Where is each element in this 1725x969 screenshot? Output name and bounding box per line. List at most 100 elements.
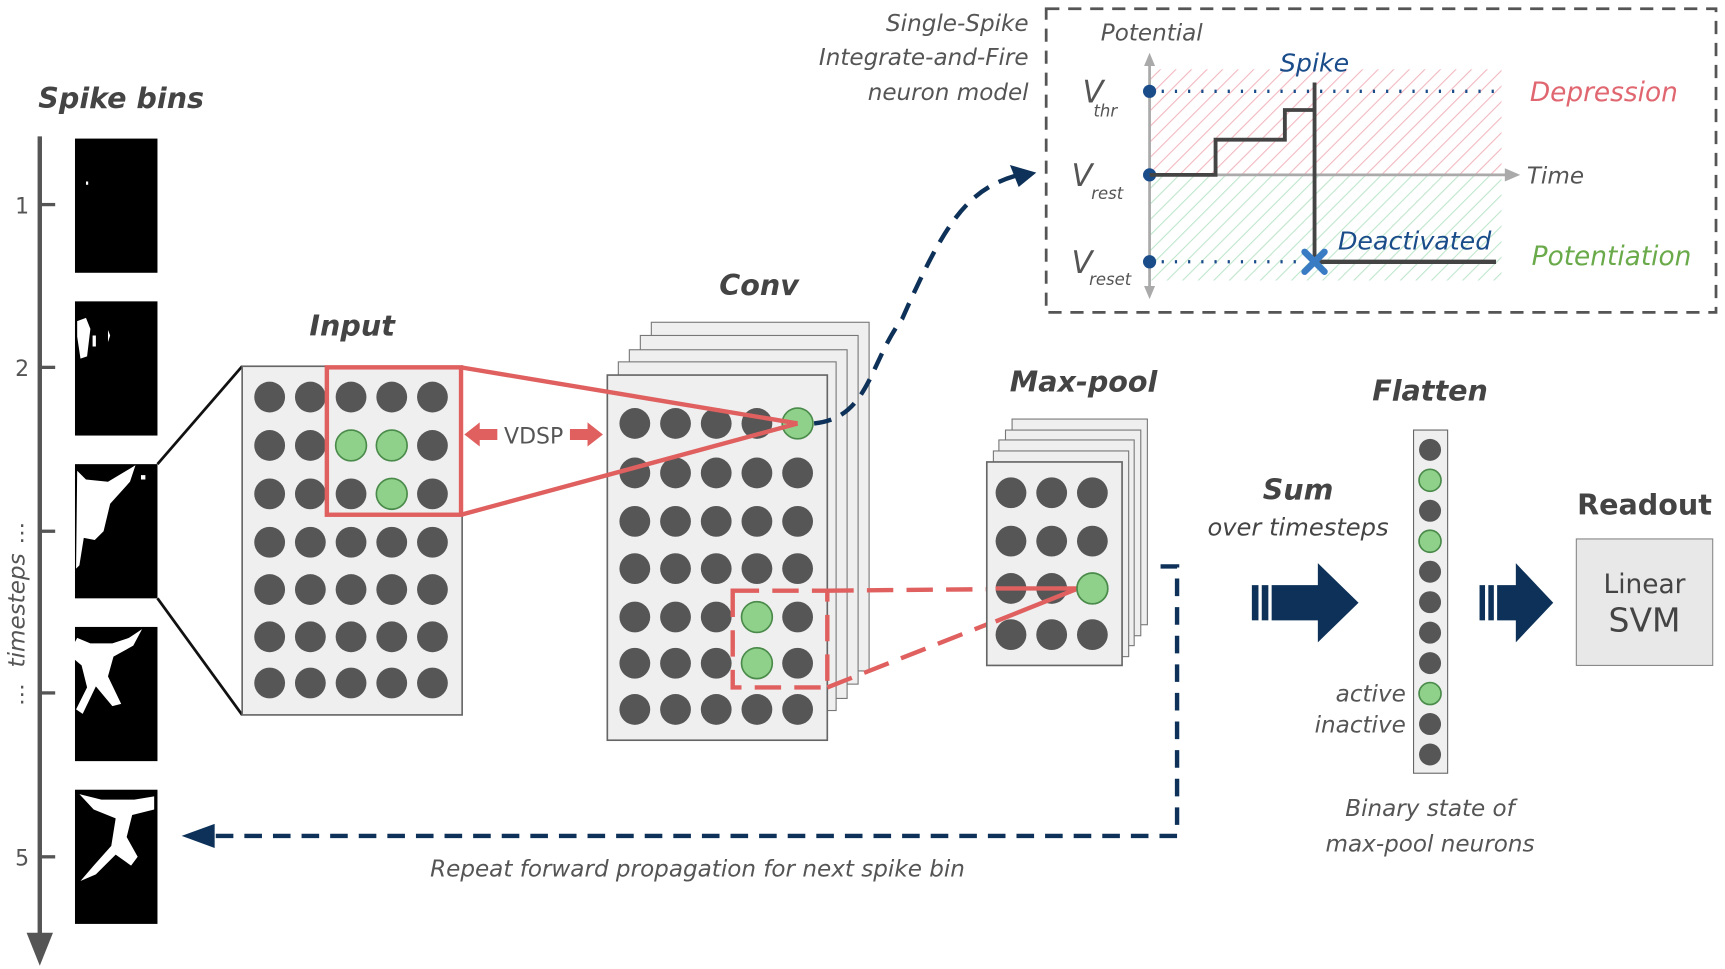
inactive-neuron: [619, 553, 651, 585]
inactive-neuron: [417, 430, 448, 461]
inactive-neuron: [376, 526, 408, 558]
spike-bins-title: Spike bins: [38, 81, 204, 115]
v-reset-label: V reset: [1071, 245, 1131, 289]
timesteps-label: timesteps: [4, 553, 30, 667]
active-neuron: [1418, 681, 1442, 706]
model-title-3: neuron model: [868, 80, 1029, 106]
inactive-neuron: [417, 574, 448, 605]
inactive-neuron: [741, 694, 773, 725]
tick-label: 5: [15, 847, 29, 872]
snn-pipeline-diagram: Spike bins 1 2 ⋮ ⋮ 5 timesteps Input Conv VD…: [4, 7, 1718, 966]
input-title: Input: [309, 308, 396, 342]
active-neuron: [375, 477, 408, 511]
inactive-neuron: [660, 647, 691, 679]
inactive-neuron: [376, 574, 408, 605]
inactive-neuron: [1419, 560, 1442, 583]
flatten-caption-2: max-pool neurons: [1326, 831, 1535, 857]
flatten-neurons: [1418, 438, 1442, 766]
inactive-neuron: [700, 553, 732, 585]
inactive-neuron: [254, 667, 286, 699]
inactive-neuron: [660, 408, 691, 439]
readout-title: Readout: [1577, 488, 1712, 522]
inactive-neuron: [417, 381, 448, 413]
inactive-neuron: [1076, 525, 1108, 557]
inactive-neuron: [335, 574, 367, 605]
inactive-neuron: [294, 526, 326, 558]
time-axis-label: Time: [1527, 164, 1584, 190]
inactive-neuron: [376, 381, 408, 413]
inactive-neuron: [254, 381, 286, 413]
inactive-neuron: [335, 667, 367, 699]
v-rest-label: V rest: [1071, 158, 1123, 203]
inactive-neuron: [660, 601, 691, 633]
arrow-left-icon: [181, 823, 215, 849]
flatten-caption-1: Binary state of: [1345, 796, 1518, 822]
inactive-neuron: [700, 505, 732, 537]
inactive-neuron: [376, 667, 408, 699]
spike-bin-1: [74, 138, 158, 273]
inactive-label: inactive: [1315, 713, 1406, 739]
inactive-neuron: [335, 526, 367, 558]
inactive-neuron: [782, 601, 814, 633]
inactive-neuron: [335, 621, 367, 653]
inactive-neuron: [619, 505, 651, 537]
sum-title: Sum: [1263, 472, 1334, 506]
inactive-neuron: [995, 477, 1027, 509]
active-neuron: [740, 600, 774, 634]
sum-subtitle: over timesteps: [1207, 514, 1389, 542]
inactive-neuron: [1036, 477, 1068, 509]
inactive-neuron: [335, 381, 367, 413]
inactive-neuron: [1419, 713, 1442, 736]
readout-arrow-icon: [1479, 563, 1554, 643]
potential-axis-label: Potential: [1101, 21, 1204, 47]
active-neuron: [1418, 468, 1442, 493]
inactive-neuron: [782, 694, 814, 725]
tick-label: ⋮: [11, 521, 33, 546]
tick-label: 2: [15, 357, 29, 382]
inactive-neuron: [1076, 619, 1108, 651]
inactive-neuron: [782, 647, 814, 679]
inactive-neuron: [741, 457, 773, 489]
inactive-neuron: [700, 694, 732, 725]
inactive-neuron: [376, 621, 408, 653]
sum-arrow-icon: [1251, 563, 1359, 643]
inactive-neuron: [782, 505, 814, 537]
active-neuron: [375, 429, 408, 462]
inactive-neuron: [294, 667, 326, 699]
inactive-neuron: [700, 601, 732, 633]
inactive-neuron: [417, 478, 448, 510]
inactive-neuron: [619, 601, 651, 633]
active-neuron: [740, 647, 774, 680]
inactive-neuron: [1076, 477, 1108, 509]
conv-title: Conv: [719, 268, 800, 302]
inactive-neuron: [1419, 621, 1442, 644]
inactive-neuron: [1419, 743, 1442, 766]
feedback-label: Repeat forward propagation for next spik…: [430, 857, 965, 883]
svg-text:thr: thr: [1093, 102, 1118, 121]
model-title-2: Integrate-and-Fire: [819, 45, 1029, 71]
inactive-neuron: [254, 526, 286, 558]
svg-text:reset: reset: [1089, 270, 1132, 289]
inactive-neuron: [782, 457, 814, 489]
flatten-title: Flatten: [1372, 373, 1488, 407]
inactive-neuron: [660, 505, 691, 537]
inactive-neuron: [741, 553, 773, 585]
inactive-neuron: [294, 381, 326, 413]
active-neuron: [334, 429, 368, 462]
maxpool-title: Max-pool: [1010, 365, 1159, 399]
inactive-neuron: [1036, 619, 1068, 651]
inactive-neuron: [995, 525, 1027, 557]
inactive-neuron: [254, 621, 286, 653]
vdsp-arrow: VDSP: [464, 422, 603, 449]
tick-label: 1: [15, 194, 29, 219]
inactive-neuron: [294, 621, 326, 653]
inactive-neuron: [294, 478, 326, 510]
tick-label: ⋮: [11, 683, 33, 708]
model-title-1: Single-Spike: [886, 11, 1029, 37]
v-thr-label: V thr: [1082, 74, 1118, 120]
active-neuron: [1418, 529, 1442, 554]
inactive-neuron: [294, 574, 326, 605]
inactive-neuron: [700, 457, 732, 489]
vdsp-label: VDSP: [504, 424, 563, 449]
inactive-neuron: [254, 430, 286, 461]
